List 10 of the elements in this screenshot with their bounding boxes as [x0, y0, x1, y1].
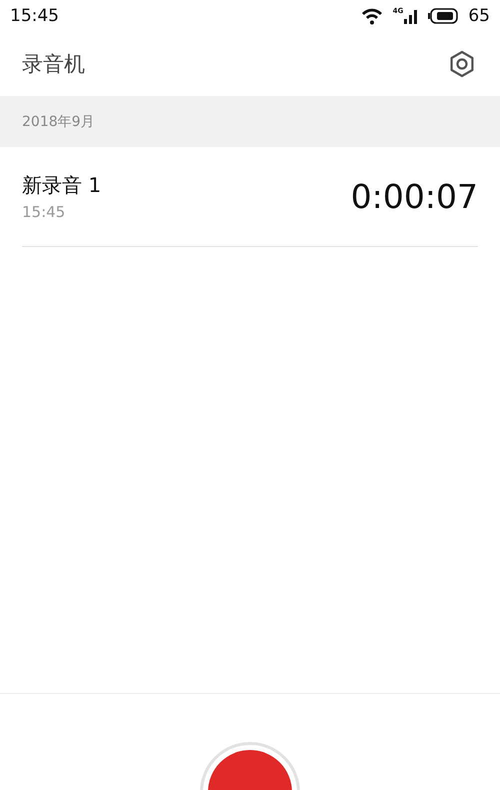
recording-name[interactable]: 新录音 1 — [22, 172, 102, 199]
app-title: 录音机 — [22, 51, 85, 78]
battery-level: 65 — [468, 6, 490, 26]
section-header: 2018年9月 — [0, 96, 500, 147]
clock: 15:45 — [10, 6, 59, 26]
wifi-icon — [360, 7, 383, 25]
recording-duration: 0:00:07 — [350, 177, 478, 216]
settings-icon[interactable] — [448, 50, 476, 78]
recording-time: 15:45 — [22, 203, 66, 221]
battery-icon — [428, 8, 458, 24]
